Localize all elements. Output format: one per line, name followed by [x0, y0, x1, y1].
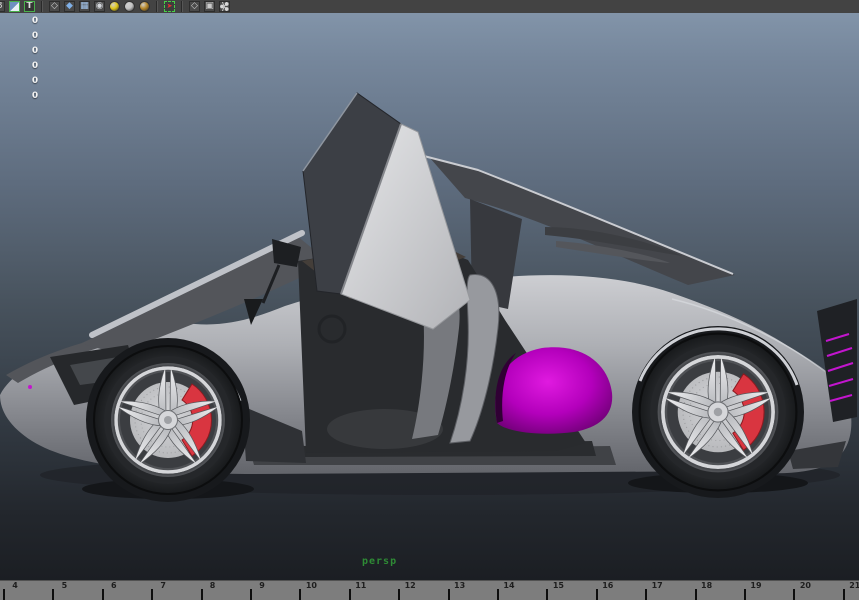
text-tool-icon[interactable]: T — [24, 1, 35, 12]
time-slider[interactable]: 4 5 6 7 8 9 10 11 12 13 14 15 16 17 18 19 20 21 — [0, 580, 859, 600]
frame-number: 13 — [454, 581, 466, 590]
frame-number: 10 — [305, 581, 317, 590]
frame-tick[interactable] — [348, 589, 351, 600]
frame-tick[interactable] — [645, 589, 648, 600]
frame-number: 9 — [259, 581, 265, 590]
shaded-display-icon[interactable]: ◆ — [64, 1, 75, 12]
isolate-select-icon[interactable]: ➤ — [164, 1, 175, 12]
frame-number: 20 — [799, 581, 811, 590]
partial-letter-icon[interactable]: B — [0, 1, 5, 12]
panel-toolbar: B T ◇ ◆ ▦ ◉ ➤ ◇ ▣ — [0, 0, 859, 14]
flat-lighting-icon[interactable] — [124, 1, 135, 12]
frame-selected-icon[interactable]: ▣ — [204, 1, 215, 12]
rear-wheel[interactable] — [637, 331, 799, 493]
frame-tick[interactable] — [250, 589, 252, 600]
frame-tick[interactable] — [200, 589, 203, 600]
headlight-led — [28, 385, 32, 389]
hud-value: 0 — [31, 31, 39, 41]
frame-number: 12 — [404, 581, 416, 590]
textured-lighting-icon[interactable] — [139, 1, 150, 12]
hud-value: 0 — [31, 16, 39, 26]
frame-number: 19 — [750, 581, 762, 590]
frame-tick[interactable] — [151, 589, 154, 600]
checker-material-icon[interactable]: ◉ — [94, 1, 105, 12]
frame-number: 14 — [503, 581, 515, 590]
frame-number: 7 — [160, 581, 166, 590]
frame-tick[interactable] — [398, 589, 401, 600]
frame-number: 6 — [111, 581, 117, 590]
car-model-3d[interactable] — [0, 13, 859, 580]
frame-number: 17 — [651, 581, 663, 590]
frame-number: 15 — [552, 581, 564, 590]
hud-value: 0 — [31, 76, 39, 86]
frame-tick[interactable] — [546, 589, 549, 600]
color-grid-icon[interactable] — [9, 1, 20, 12]
frame-tick[interactable] — [595, 589, 598, 600]
frame-number: 4 — [12, 581, 18, 590]
frame-tick[interactable] — [101, 589, 104, 600]
frame-tick[interactable] — [299, 589, 302, 600]
hud-value: 0 — [31, 91, 39, 101]
default-lighting-icon[interactable] — [109, 1, 120, 12]
xray-display-icon[interactable]: ◇ — [189, 1, 200, 12]
application-window: B T ◇ ◆ ▦ ◉ ➤ ◇ ▣ — [0, 0, 859, 600]
frame-number: 11 — [355, 581, 367, 590]
frame-tick[interactable] — [793, 589, 796, 600]
textured-display-icon[interactable]: ▦ — [79, 1, 90, 12]
front-wheel[interactable] — [92, 344, 244, 496]
frame-tick[interactable] — [694, 589, 697, 600]
frame-tick[interactable] — [744, 589, 746, 600]
frame-tick[interactable] — [52, 589, 55, 600]
separator — [156, 1, 158, 12]
frame-tick[interactable] — [3, 589, 5, 600]
separator — [41, 1, 43, 12]
wireframe-display-icon[interactable]: ◇ — [49, 1, 60, 12]
perspective-viewport[interactable]: 0 0 0 0 0 0 persp — [0, 13, 859, 580]
frame-number: 18 — [701, 581, 713, 590]
frame-number: 5 — [61, 581, 68, 590]
frame-tick[interactable] — [447, 589, 450, 600]
separator — [181, 1, 183, 12]
frame-number: 21 — [849, 581, 859, 590]
camera-label: persp — [362, 556, 398, 567]
frame-number: 16 — [602, 581, 614, 590]
frame-tick[interactable] — [497, 589, 499, 600]
hud-value: 0 — [31, 46, 39, 56]
hud-value: 0 — [31, 61, 39, 71]
frame-number: 8 — [209, 581, 216, 590]
joint-display-icon[interactable] — [219, 1, 230, 12]
frame-tick[interactable] — [842, 589, 845, 600]
